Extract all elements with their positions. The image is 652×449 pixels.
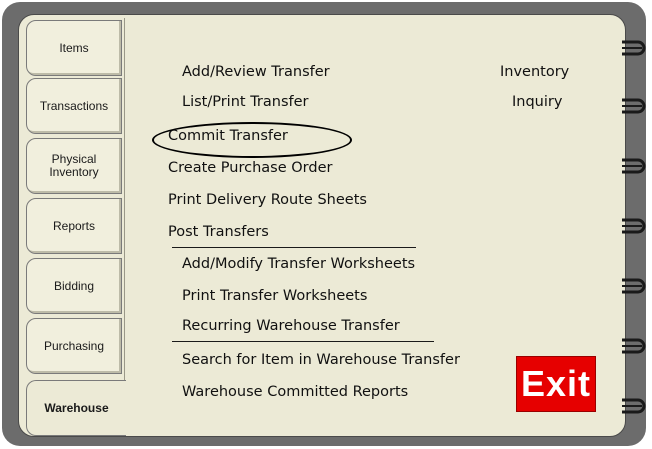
- menu-print-delivery-route-sheets[interactable]: Print Delivery Route Sheets: [168, 192, 367, 208]
- menu-warehouse-committed-reports[interactable]: Warehouse Committed Reports: [182, 384, 408, 400]
- exit-button[interactable]: Exit: [516, 356, 596, 412]
- tab-warehouse[interactable]: Warehouse: [26, 380, 126, 436]
- tab-reports-label: Reports: [52, 218, 96, 233]
- tab-transactions[interactable]: Transactions: [26, 78, 122, 134]
- tab-items[interactable]: Items: [26, 20, 122, 76]
- tab-physical-inventory[interactable]: Physical Inventory: [26, 138, 122, 194]
- tab-warehouse-label: Warehouse: [44, 400, 109, 415]
- binder-ring-icon: [622, 40, 646, 56]
- inventory-inquiry-line2[interactable]: Inquiry: [512, 94, 562, 110]
- tab-purchasing[interactable]: Purchasing: [26, 318, 122, 374]
- binder-ring-icon: [622, 158, 646, 174]
- tab-bidding[interactable]: Bidding: [26, 258, 122, 314]
- tab-transactions-label: Transactions: [39, 98, 109, 113]
- tab-purchasing-label: Purchasing: [43, 338, 105, 353]
- binder-ring-icon: [622, 218, 646, 234]
- menu-add-review-transfer[interactable]: Add/Review Transfer: [182, 64, 330, 80]
- menu-add-modify-transfer-worksheets[interactable]: Add/Modify Transfer Worksheets: [182, 256, 415, 272]
- binder-ring-icon: [622, 338, 646, 354]
- tab-bidding-label: Bidding: [53, 278, 95, 293]
- menu-search-item-warehouse-transfer[interactable]: Search for Item in Warehouse Transfer: [182, 352, 460, 368]
- menu-list-print-transfer[interactable]: List/Print Transfer: [182, 94, 309, 110]
- inventory-inquiry-line1[interactable]: Inventory: [500, 64, 569, 80]
- highlight-circle: [152, 122, 352, 158]
- tab-divider: [124, 18, 125, 380]
- menu-print-transfer-worksheets[interactable]: Print Transfer Worksheets: [182, 288, 367, 304]
- menu-recurring-warehouse-transfer[interactable]: Recurring Warehouse Transfer: [182, 318, 400, 334]
- tab-physical-inventory-label: Physical Inventory: [49, 152, 99, 179]
- binder-ring-icon: [622, 278, 646, 294]
- menu-create-purchase-order[interactable]: Create Purchase Order: [168, 160, 332, 176]
- tab-column: Items Transactions Physical Inventory Re…: [20, 16, 126, 436]
- menu-post-transfers[interactable]: Post Transfers: [168, 224, 269, 240]
- binder-ring-icon: [622, 98, 646, 114]
- menu-separator-1: [172, 247, 416, 248]
- tab-reports[interactable]: Reports: [26, 198, 122, 254]
- binder-ring-icon: [622, 398, 646, 414]
- tab-items-label: Items: [59, 40, 89, 55]
- menu-separator-2: [172, 341, 434, 342]
